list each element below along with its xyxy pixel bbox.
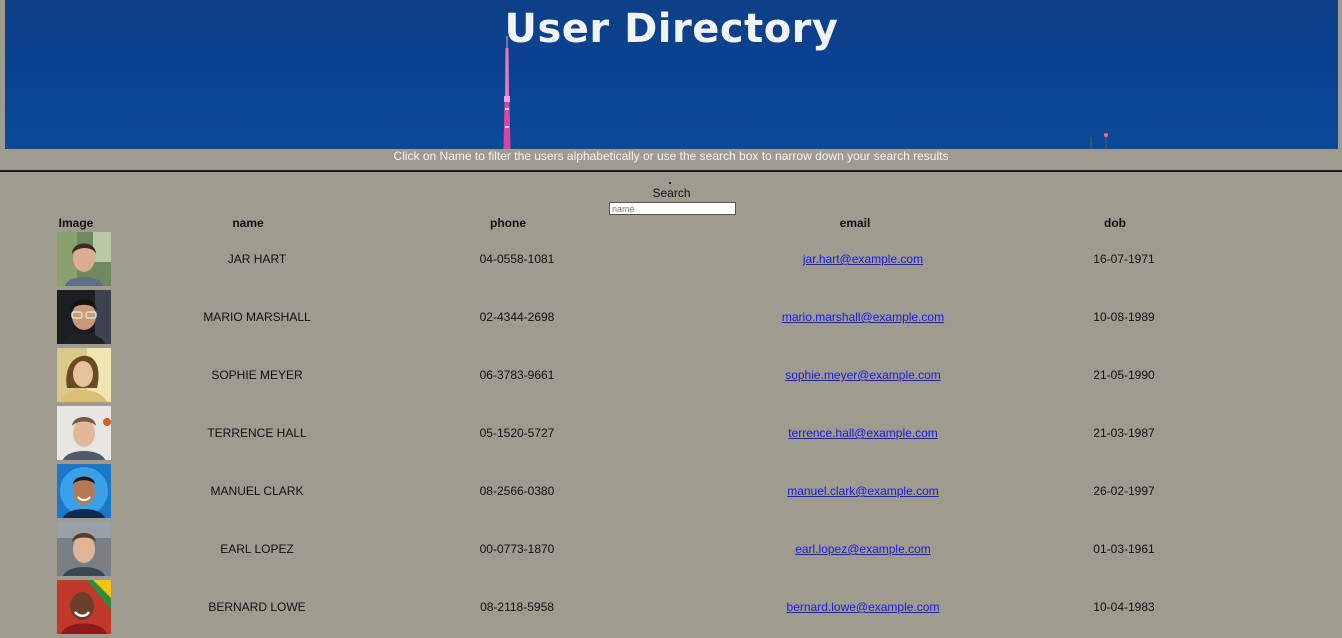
user-dob: 10-08-1989 (1093, 310, 1155, 324)
user-email: jar.hart@example.com (713, 252, 1013, 266)
avatar (57, 348, 111, 402)
column-header-email: email (839, 216, 871, 230)
user-dob: 16-07-1971 (1093, 252, 1155, 266)
user-email: mario.marshall@example.com (713, 310, 1013, 324)
user-name: BERNARD LOWE (208, 600, 306, 614)
user-name: SOPHIE MEYER (211, 368, 303, 382)
user-email: earl.lopez@example.com (713, 542, 1013, 556)
avatar (57, 580, 111, 634)
search-input[interactable] (609, 202, 736, 215)
column-header-image: Image (58, 216, 94, 230)
page-title: User Directory (504, 6, 839, 52)
avatar (57, 232, 111, 286)
table-row: JAR HART 04-0558-1081 jar.hart@example.c… (0, 232, 1342, 290)
user-name: EARL LOPEZ (220, 542, 294, 556)
table-row: SOPHIE MEYER 06-3783-9661 sophie.meyer@e… (0, 348, 1342, 406)
email-link[interactable]: bernard.lowe@example.com (787, 600, 940, 614)
avatar (57, 522, 111, 576)
user-name: TERRENCE HALL (207, 426, 307, 440)
email-link[interactable]: jar.hart@example.com (803, 252, 923, 266)
avatar (57, 464, 111, 518)
user-dob: 10-04-1983 (1093, 600, 1155, 614)
header-banner: User Directory (5, 0, 1338, 149)
email-link[interactable]: earl.lopez@example.com (795, 542, 931, 556)
table-row: MANUEL CLARK 08-2566-0380 manuel.clark@e… (0, 464, 1342, 522)
search-label: Search (652, 186, 691, 200)
distant-pole (1090, 137, 1092, 149)
avatar (57, 406, 111, 460)
email-link[interactable]: sophie.meyer@example.com (785, 368, 941, 382)
instructions-text: Click on Name to filter the users alphab… (393, 149, 949, 163)
user-email: sophie.meyer@example.com (713, 368, 1013, 382)
distant-tower-illustration (1104, 133, 1108, 149)
user-name: MARIO MARSHALL (203, 310, 311, 324)
user-phone: 00-0773-1870 (479, 542, 555, 556)
email-link[interactable]: terrence.hall@example.com (788, 426, 938, 440)
user-dob: 01-03-1961 (1093, 542, 1155, 556)
user-dob: 21-05-1990 (1093, 368, 1155, 382)
user-dob: 26-02-1997 (1093, 484, 1155, 498)
table-row: BERNARD LOWE 08-2118-5958 bernard.lowe@e… (0, 580, 1342, 638)
user-name: MANUEL CLARK (210, 484, 304, 498)
divider (0, 170, 1342, 172)
table-row: TERRENCE HALL 05-1520-5727 terrence.hall… (0, 406, 1342, 464)
avatar (57, 290, 111, 344)
user-name: JAR HART (227, 252, 287, 266)
user-phone: 08-2118-5958 (480, 600, 554, 614)
user-phone: 04-0558-1081 (479, 252, 555, 266)
column-header-phone: phone (490, 216, 526, 230)
user-phone: 06-3783-9661 (479, 368, 555, 382)
user-email: manuel.clark@example.com (713, 484, 1013, 498)
email-link[interactable]: mario.marshall@example.com (782, 310, 944, 324)
email-link[interactable]: manuel.clark@example.com (787, 484, 939, 498)
tower-illustration (503, 36, 511, 149)
user-dob: 21-03-1987 (1093, 426, 1155, 440)
column-header-dob: dob (1104, 216, 1126, 230)
user-phone: 08-2566-0380 (479, 484, 555, 498)
table-row: MARIO MARSHALL 02-4344-2698 mario.marsha… (0, 290, 1342, 348)
table-row: EARL LOPEZ 00-0773-1870 earl.lopez@examp… (0, 522, 1342, 580)
divider-dot (669, 182, 671, 184)
user-phone: 05-1520-5727 (479, 426, 555, 440)
column-header-name[interactable]: name (208, 216, 288, 230)
user-phone: 02-4344-2698 (479, 310, 555, 324)
user-email: terrence.hall@example.com (713, 426, 1013, 440)
user-email: bernard.lowe@example.com (713, 600, 1013, 614)
